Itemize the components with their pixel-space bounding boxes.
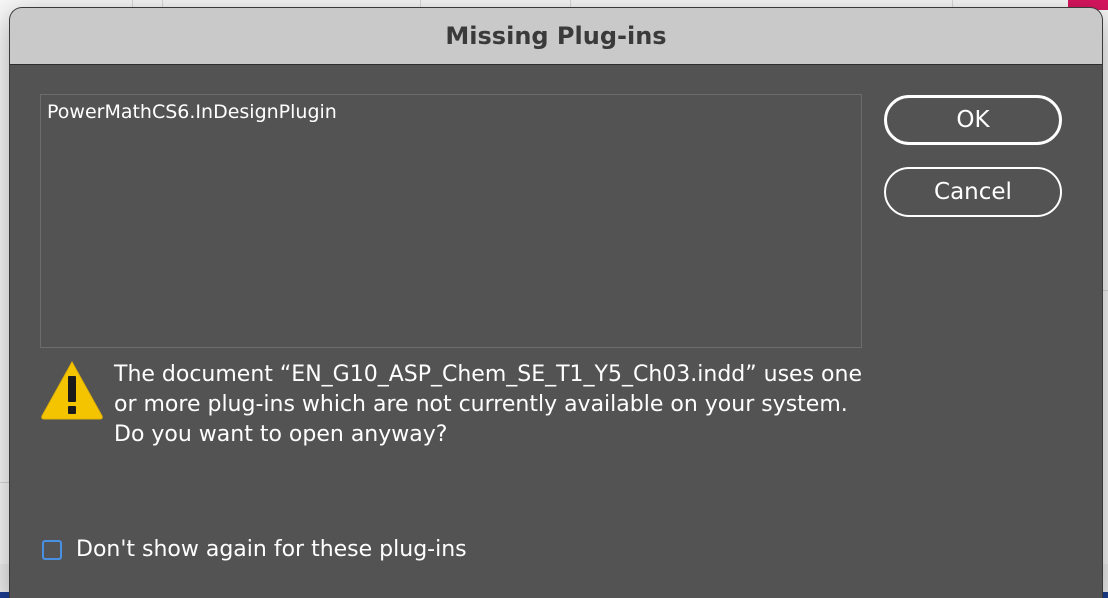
checkbox-box[interactable]: [42, 539, 62, 560]
dialog-titlebar: Missing Plug-ins: [10, 8, 1102, 65]
dialog-title: Missing Plug-ins: [445, 22, 667, 50]
list-item[interactable]: PowerMathCS6.InDesignPlugin: [47, 101, 337, 123]
missing-plugins-dialog: Missing Plug-ins PowerMathCS6.InDesignPl…: [10, 8, 1102, 598]
warning-message: The document “EN_G10_ASP_Chem_SE_T1_Y5_C…: [114, 362, 862, 447]
background-divider: [0, 482, 10, 483]
cancel-button[interactable]: Cancel: [884, 167, 1062, 217]
checkbox-label[interactable]: Don't show again for these plug-ins: [76, 537, 467, 562]
missing-plugins-list[interactable]: PowerMathCS6.InDesignPlugin: [40, 94, 862, 348]
ok-button[interactable]: OK: [884, 95, 1062, 145]
dont-show-again-checkbox[interactable]: Don't show again for these plug-ins: [42, 537, 467, 562]
background-divider: [1102, 290, 1108, 291]
warning-triangle-icon: [41, 360, 103, 420]
